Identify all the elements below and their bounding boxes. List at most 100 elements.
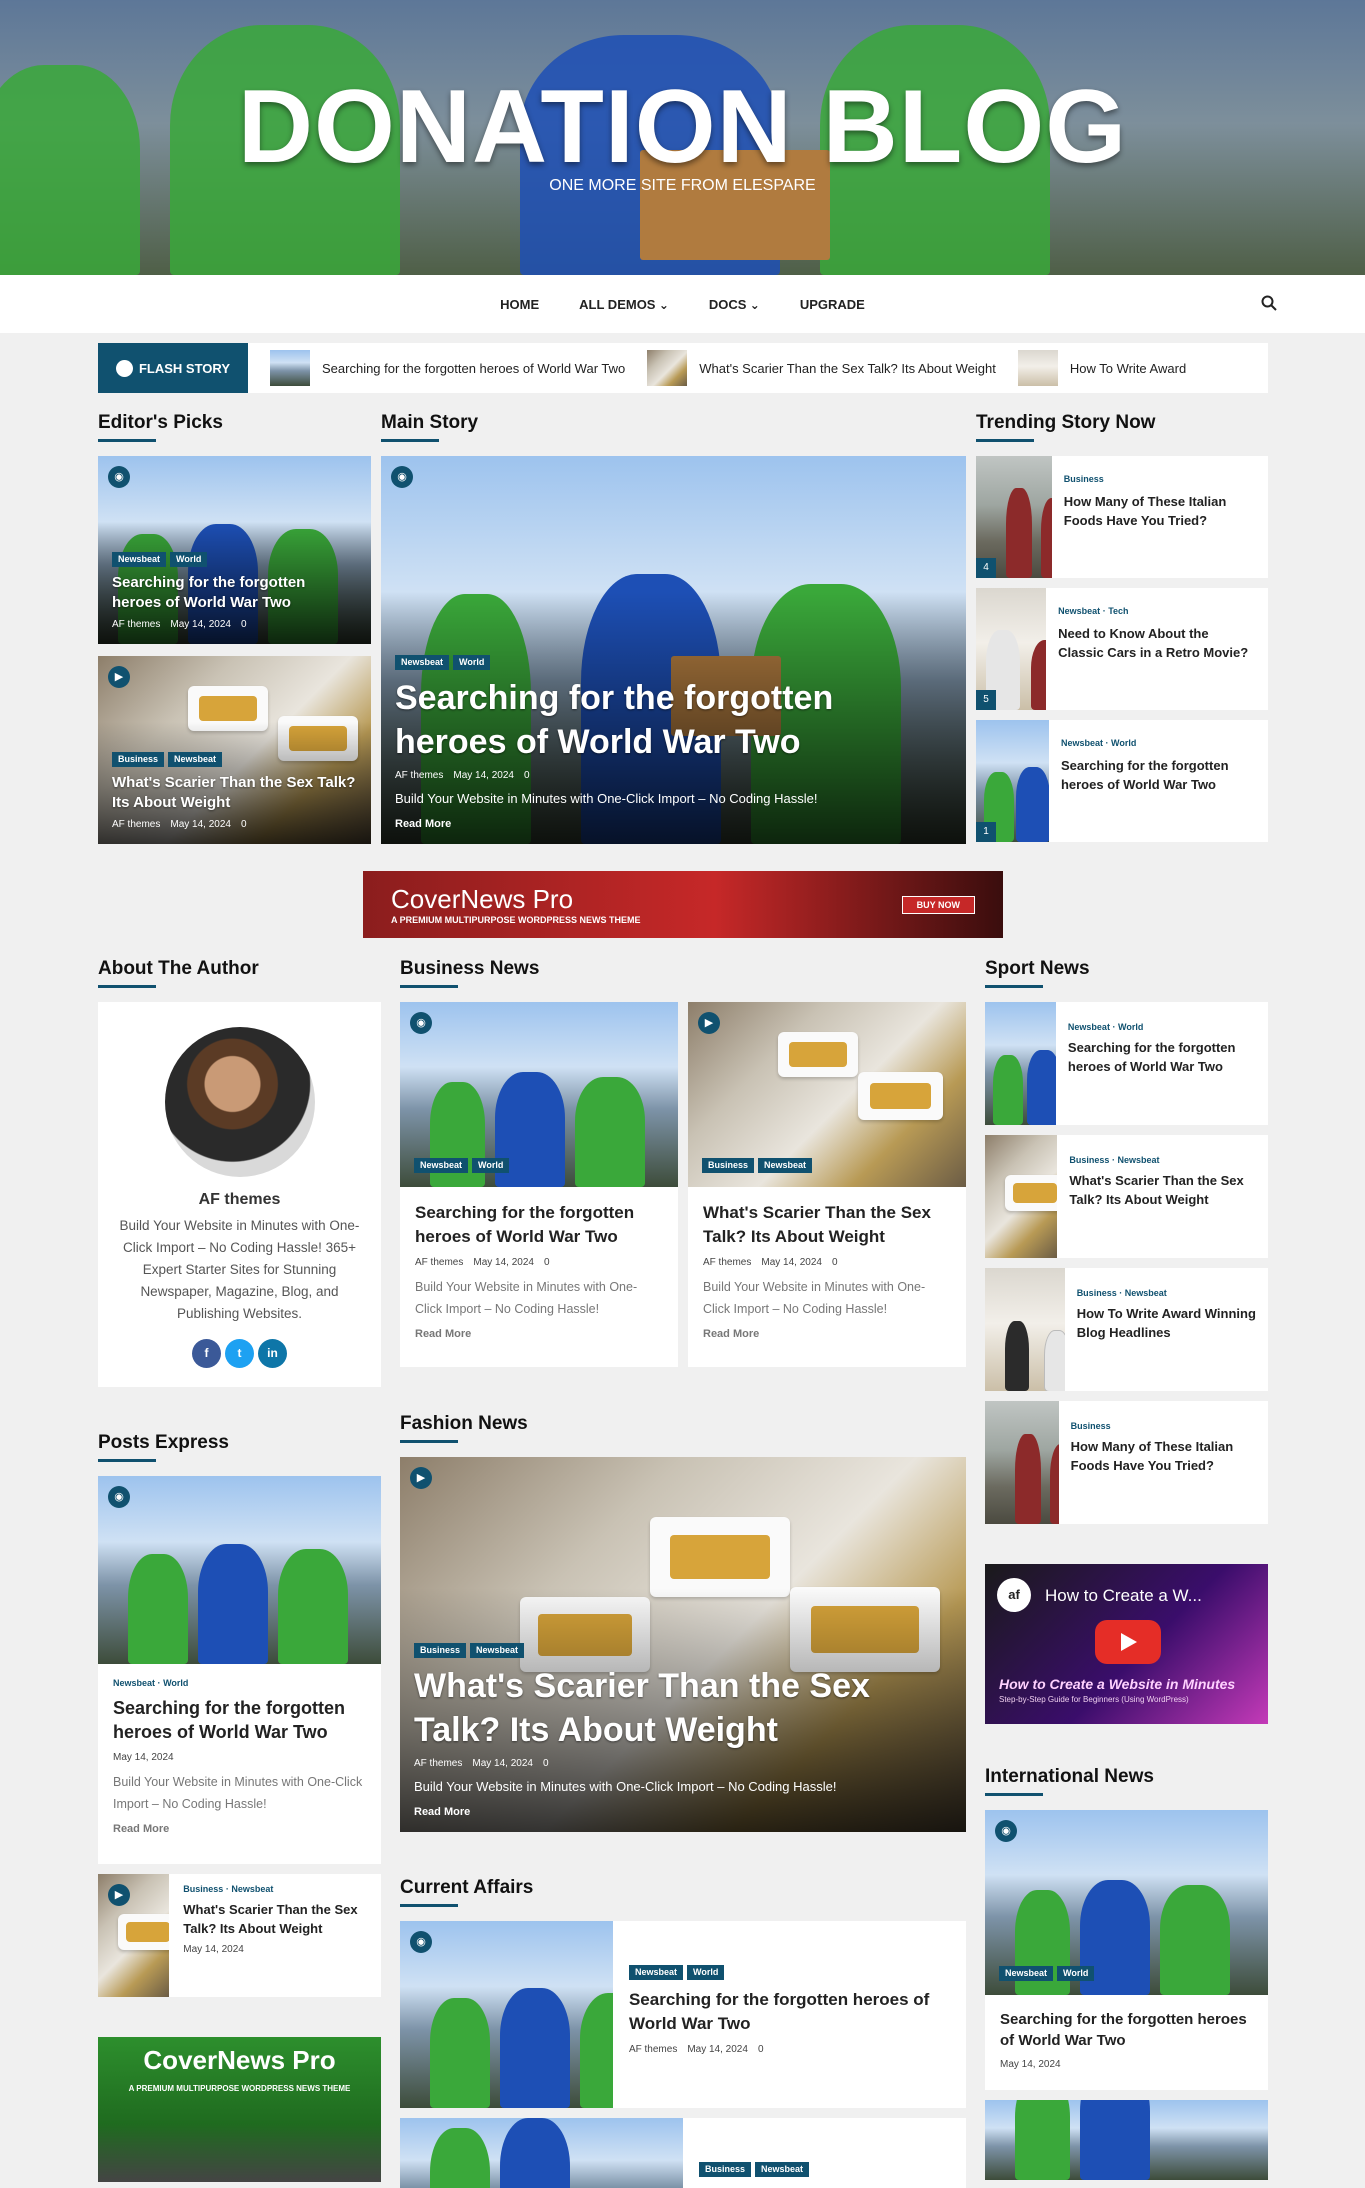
facebook-icon[interactable]: f xyxy=(192,1339,221,1368)
about-author-section: About The Author AF themes Build Your We… xyxy=(98,958,381,1387)
site-title[interactable]: DONATION BLOG xyxy=(0,68,1365,187)
main-story-excerpt: Build Your Website in Minutes with One-C… xyxy=(395,791,818,806)
section-title: Current Affairs xyxy=(400,1877,966,1907)
flash-story-label: FLASH STORY xyxy=(98,343,248,393)
express-main-card[interactable]: ◉ Newsbeat · World Searching for the for… xyxy=(98,1476,381,1864)
trending-thumb: 5 xyxy=(976,588,1047,710)
site-header: DONATION BLOG ONE MORE SITE FROM ELESPAR… xyxy=(0,0,1365,275)
read-more-link[interactable]: Read More xyxy=(395,818,952,830)
editors-picks-section: Editor's Picks ◉ Newsbeat World Searching… xyxy=(98,412,371,844)
post-title[interactable]: What's Scarier Than the Sex Talk? Its Ab… xyxy=(112,773,357,813)
post-title[interactable]: Searching for the forgotten heroes of Wo… xyxy=(629,1988,950,2036)
trending-thumb: 4 xyxy=(976,456,1052,578)
section-title: Posts Express xyxy=(98,1432,381,1462)
video-icon: ▶ xyxy=(108,666,130,688)
section-title: Business News xyxy=(400,958,966,988)
camera-icon: ◉ xyxy=(410,1931,432,1953)
play-button[interactable] xyxy=(1095,1620,1161,1664)
read-more-link[interactable]: Read More xyxy=(113,1823,366,1835)
post-thumb: ◉ Newsbeat World xyxy=(985,1810,1268,1995)
fashion-news-section: Fashion News ▶ Business Newsbeat What's S… xyxy=(400,1413,966,1832)
trending-item[interactable]: 5 Newsbeat · Tech Need to Know About the … xyxy=(976,588,1268,710)
sport-item[interactable]: Newsbeat · World Searching for the forgot… xyxy=(985,1002,1268,1125)
channel-avatar: af xyxy=(997,1578,1031,1612)
trending-item[interactable]: 1 Newsbeat · World Searching for the forg… xyxy=(976,720,1268,842)
avatar xyxy=(164,1027,315,1177)
video-icon: ▶ xyxy=(698,1012,720,1034)
express-small-card[interactable]: ▶ Business · Newsbeat What's Scarier Than… xyxy=(98,1874,381,1997)
linkedin-icon[interactable]: in xyxy=(258,1339,287,1368)
flash-icon xyxy=(115,359,133,377)
international-card[interactable]: ◉ Newsbeat World Searching for the forgot… xyxy=(985,1810,1268,2090)
section-title: Main Story xyxy=(381,412,966,442)
post-title[interactable]: What's Scarier Than the Sex Talk? Its Ab… xyxy=(414,1664,952,1752)
author-card: AF themes Build Your Website in Minutes … xyxy=(98,1002,381,1387)
ad-banner[interactable]: CoverNews Pro A PREMIUM MULTIPURPOSE WORD… xyxy=(363,871,1003,938)
sport-item[interactable]: Business · Newsbeat How To Write Award Wi… xyxy=(985,1268,1268,1391)
current-affairs-section: Current Affairs ◉ Newsbeat World Searchin… xyxy=(400,1877,966,2188)
section-title: About The Author xyxy=(98,958,381,988)
post-title[interactable]: Searching for the forgotten heroes of Wo… xyxy=(112,573,357,613)
main-story-card[interactable]: ◉ Newsbeat World Searching for the forgot… xyxy=(381,456,966,844)
current-card[interactable]: ◉ Newsbeat World Searching for the forgot… xyxy=(400,1921,966,2108)
read-more-link[interactable]: Read More xyxy=(703,1328,951,1340)
business-card[interactable]: ▶ Business Newsbeat What's Scarier Than t… xyxy=(688,1002,966,1367)
post-title[interactable]: Searching for the forgotten heroes of Wo… xyxy=(1000,2009,1253,2051)
read-more-link[interactable]: Read More xyxy=(414,1806,952,1818)
video-icon: ▶ xyxy=(410,1467,432,1489)
trending-section: Trending Story Now 4 Business How Many of… xyxy=(976,412,1268,842)
editors-pick-card[interactable]: ◉ Newsbeat World Searching for the forgot… xyxy=(98,456,371,644)
camera-icon: ◉ xyxy=(108,466,130,488)
nav-home[interactable]: HOME xyxy=(500,297,539,312)
nav-docs[interactable]: DOCS xyxy=(709,297,760,312)
author-name[interactable]: AF themes xyxy=(118,1191,361,1209)
posts-express-section: Posts Express ◉ Newsbeat · World Searchi… xyxy=(98,1432,381,2182)
nav-upgrade[interactable]: UPGRADE xyxy=(800,297,865,312)
sport-thumb xyxy=(985,1268,1065,1391)
business-news-section: Business News ◉ Newsbeat World Searching … xyxy=(400,958,966,1367)
trending-thumb: 1 xyxy=(976,720,1049,842)
video-icon: ▶ xyxy=(108,1884,130,1906)
site-tagline: ONE MORE SITE FROM ELESPARE xyxy=(549,177,816,194)
post-thumb: ◉ xyxy=(98,1476,381,1664)
sport-news-section: Sport News Newsbeat · World Searching for… xyxy=(985,958,1268,1724)
section-title: Editor's Picks xyxy=(98,412,371,442)
post-title[interactable]: What's Scarier Than the Sex Talk? Its Ab… xyxy=(703,1201,951,1249)
flash-item[interactable]: What's Scarier Than the Sex Talk? Its Ab… xyxy=(647,350,996,386)
business-card[interactable]: ◉ Newsbeat World Searching for the forgot… xyxy=(400,1002,678,1367)
video-embed[interactable]: af How to Create a W... How to Create a … xyxy=(985,1564,1268,1724)
twitter-icon[interactable]: t xyxy=(225,1339,254,1368)
camera-icon: ◉ xyxy=(391,466,413,488)
camera-icon: ◉ xyxy=(995,1820,1017,1842)
flash-story-bar: FLASH STORY Searching for the forgotten … xyxy=(98,343,1268,393)
flash-thumb xyxy=(270,350,310,386)
main-navigation: HOME ALL DEMOS DOCS UPGRADE xyxy=(0,275,1365,333)
sport-item[interactable]: Business · Newsbeat What's Scarier Than t… xyxy=(985,1135,1268,1258)
editors-pick-card[interactable]: ▶ Business Newsbeat What's Scarier Than t… xyxy=(98,656,371,844)
trending-item[interactable]: 4 Business How Many of These Italian Food… xyxy=(976,456,1268,578)
camera-icon: ◉ xyxy=(410,1012,432,1034)
flash-item[interactable]: Searching for the forgotten heroes of Wo… xyxy=(270,350,625,386)
current-card[interactable]: Business Newsbeat xyxy=(400,2118,966,2188)
video-title: How to Create a W... xyxy=(1045,1586,1202,1605)
flash-item[interactable]: How To Write Award xyxy=(1017,350,1186,386)
post-thumb xyxy=(400,2118,683,2188)
post-thumb: ▶ xyxy=(98,1874,170,1997)
sport-item[interactable]: Business How Many of These Italian Foods … xyxy=(985,1401,1268,1524)
main-story-title[interactable]: Searching for the forgotten heroes of Wo… xyxy=(395,676,952,764)
international-card-next[interactable] xyxy=(985,2100,1268,2180)
promo-banner[interactable]: CoverNews Pro A PREMIUM MULTIPURPOSE WOR… xyxy=(98,2037,381,2182)
nav-all-demos[interactable]: ALL DEMOS xyxy=(579,297,669,312)
camera-icon: ◉ xyxy=(108,1486,130,1508)
post-title[interactable]: Searching for the forgotten heroes of Wo… xyxy=(113,1696,366,1744)
read-more-link[interactable]: Read More xyxy=(415,1328,663,1340)
fashion-card[interactable]: ▶ Business Newsbeat What's Scarier Than t… xyxy=(400,1457,966,1832)
section-title: Trending Story Now xyxy=(976,412,1268,442)
buy-now-button[interactable]: BUY NOW xyxy=(901,895,975,914)
sport-thumb xyxy=(985,1401,1059,1524)
main-story-section: Main Story ◉ Newsbeat World Searching for… xyxy=(381,412,966,844)
post-title[interactable]: Searching for the forgotten heroes of Wo… xyxy=(415,1201,663,1249)
author-bio: Build Your Website in Minutes with One-C… xyxy=(119,1218,360,1321)
section-title: Sport News xyxy=(985,958,1268,988)
search-icon[interactable] xyxy=(1261,295,1277,311)
